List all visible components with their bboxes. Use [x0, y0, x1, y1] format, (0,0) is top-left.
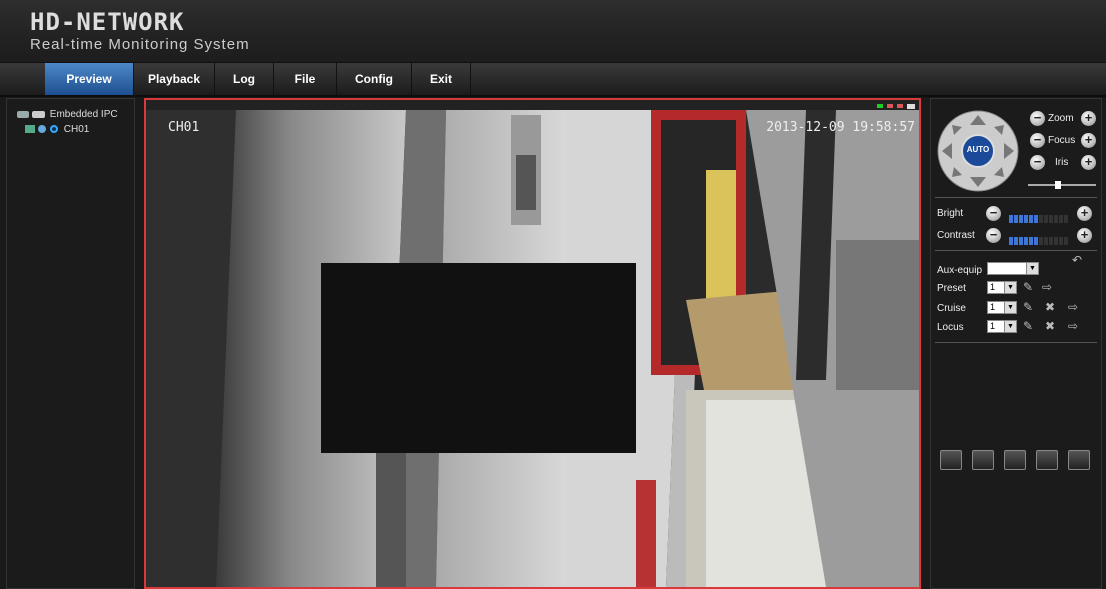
focus-in-button[interactable]: +	[1081, 133, 1096, 148]
level-segment	[1049, 215, 1053, 223]
focus-out-button[interactable]: −	[1030, 133, 1045, 148]
level-segment	[1039, 215, 1043, 223]
tree-channel-label: CH01	[63, 124, 90, 135]
divider	[935, 197, 1097, 198]
locus-delete-icon[interactable]: ✖	[1045, 319, 1055, 333]
cruise-select[interactable]: 1 ▼	[987, 301, 1017, 314]
level-segment	[1009, 237, 1013, 245]
chevron-down-icon: ▼	[1004, 302, 1016, 313]
channel-osd: CH01	[168, 120, 200, 135]
level-segment	[1009, 215, 1013, 223]
level-segment	[1059, 237, 1063, 245]
level-segment	[1029, 237, 1033, 245]
app-subtitle: Real-time Monitoring System	[30, 36, 250, 53]
locus-value: 1	[990, 321, 996, 331]
contrast-increase-button[interactable]: +	[1077, 228, 1092, 243]
status-icons	[877, 104, 915, 109]
ptz-panel: AUTO − Zoom + − Focus + − Iris + Bright …	[930, 98, 1102, 589]
level-segment	[1014, 237, 1018, 245]
preset-select[interactable]: 1 ▼	[987, 281, 1017, 294]
level-segment	[1044, 215, 1048, 223]
level-segment	[1064, 215, 1068, 223]
locus-label: Locus	[937, 322, 964, 333]
tree-root-label: Embedded IPC	[49, 109, 118, 120]
snapshot-icon[interactable]	[972, 450, 994, 470]
video-view[interactable]: CH01 2013-12-09 19:58:57	[144, 98, 921, 589]
ptz-speed-handle[interactable]	[1055, 181, 1061, 189]
chevron-down-icon: ▼	[1004, 282, 1016, 293]
cruise-edit-icon[interactable]: ✎	[1023, 300, 1033, 314]
tab-preview[interactable]: Preview	[45, 63, 134, 95]
talk-icon[interactable]	[1004, 450, 1026, 470]
level-segment	[1059, 215, 1063, 223]
level-segment	[1054, 237, 1058, 245]
level-segment	[1034, 215, 1038, 223]
bright-increase-button[interactable]: +	[1077, 206, 1092, 221]
preset-edit-icon[interactable]: ✎	[1023, 280, 1033, 294]
zoom-out-button[interactable]: −	[1030, 111, 1045, 126]
locus-go-icon[interactable]: ⇨	[1068, 319, 1078, 333]
cruise-go-icon[interactable]: ⇨	[1068, 300, 1078, 314]
level-segment	[1044, 237, 1048, 245]
app-header: HD-NETWORK Real-time Monitoring System	[0, 0, 1106, 62]
tab-log[interactable]: Log	[215, 63, 274, 95]
preset-label: Preset	[937, 283, 966, 294]
cruise-delete-icon[interactable]: ✖	[1045, 300, 1055, 314]
cruise-value: 1	[990, 302, 996, 312]
level-segment	[1039, 237, 1043, 245]
alarm-icon[interactable]	[1068, 450, 1090, 470]
tree-channel[interactable]: CH01	[25, 124, 89, 135]
playback-icon[interactable]	[1036, 450, 1058, 470]
cruise-label: Cruise	[937, 303, 966, 314]
level-segment	[1029, 215, 1033, 223]
level-segment	[1024, 215, 1028, 223]
main-nav: Preview Playback Log File Config Exit	[0, 62, 1106, 97]
level-segment	[1024, 237, 1028, 245]
level-segment	[1019, 215, 1023, 223]
timestamp-osd: 2013-12-09 19:58:57	[766, 120, 915, 135]
brand-logo: HD-NETWORK	[30, 8, 185, 36]
bright-decrease-button[interactable]: −	[986, 206, 1001, 221]
divider	[935, 342, 1097, 343]
level-segment	[1049, 237, 1053, 245]
device-group-icon	[17, 111, 45, 119]
focus-label: Focus	[1048, 135, 1076, 146]
level-segment	[1064, 237, 1068, 245]
preset-go-icon[interactable]: ⇨	[1042, 280, 1052, 294]
record-icon[interactable]	[940, 450, 962, 470]
contrast-level-bar	[1009, 232, 1069, 245]
tab-config[interactable]: Config	[337, 63, 412, 95]
tab-file[interactable]: File	[274, 63, 337, 95]
level-segment	[1019, 237, 1023, 245]
level-segment	[1014, 215, 1018, 223]
aux-label: Aux-equip	[937, 265, 983, 276]
iris-close-button[interactable]: −	[1030, 155, 1045, 170]
device-tree: Embedded IPC CH01	[6, 98, 135, 589]
tab-exit[interactable]: Exit	[412, 63, 471, 95]
tree-root[interactable]: Embedded IPC	[17, 109, 118, 120]
locus-edit-icon[interactable]: ✎	[1023, 319, 1033, 333]
zoom-in-button[interactable]: +	[1081, 111, 1096, 126]
level-segment	[1034, 237, 1038, 245]
tab-playback[interactable]: Playback	[134, 63, 215, 95]
camera-scene	[146, 100, 919, 587]
locus-select[interactable]: 1 ▼	[987, 320, 1017, 333]
iris-label: Iris	[1055, 157, 1069, 168]
zoom-label: Zoom	[1048, 113, 1074, 124]
chevron-down-icon: ▼	[1026, 263, 1038, 274]
ptz-speed-slider[interactable]	[1028, 184, 1096, 186]
preset-value: 1	[990, 282, 996, 292]
contrast-decrease-button[interactable]: −	[986, 228, 1001, 243]
bright-label: Bright	[937, 208, 964, 219]
contrast-label: Contrast	[937, 230, 975, 241]
chevron-down-icon: ▼	[1004, 321, 1016, 332]
iris-open-button[interactable]: +	[1081, 155, 1096, 170]
channel-icons	[25, 125, 58, 134]
back-icon[interactable]: ↶	[1072, 253, 1082, 267]
bright-level-bar	[1009, 210, 1069, 223]
level-segment	[1054, 215, 1058, 223]
aux-select[interactable]: ▼	[987, 262, 1039, 275]
ptz-auto-button[interactable]: AUTO	[966, 145, 990, 154]
divider	[935, 250, 1097, 251]
